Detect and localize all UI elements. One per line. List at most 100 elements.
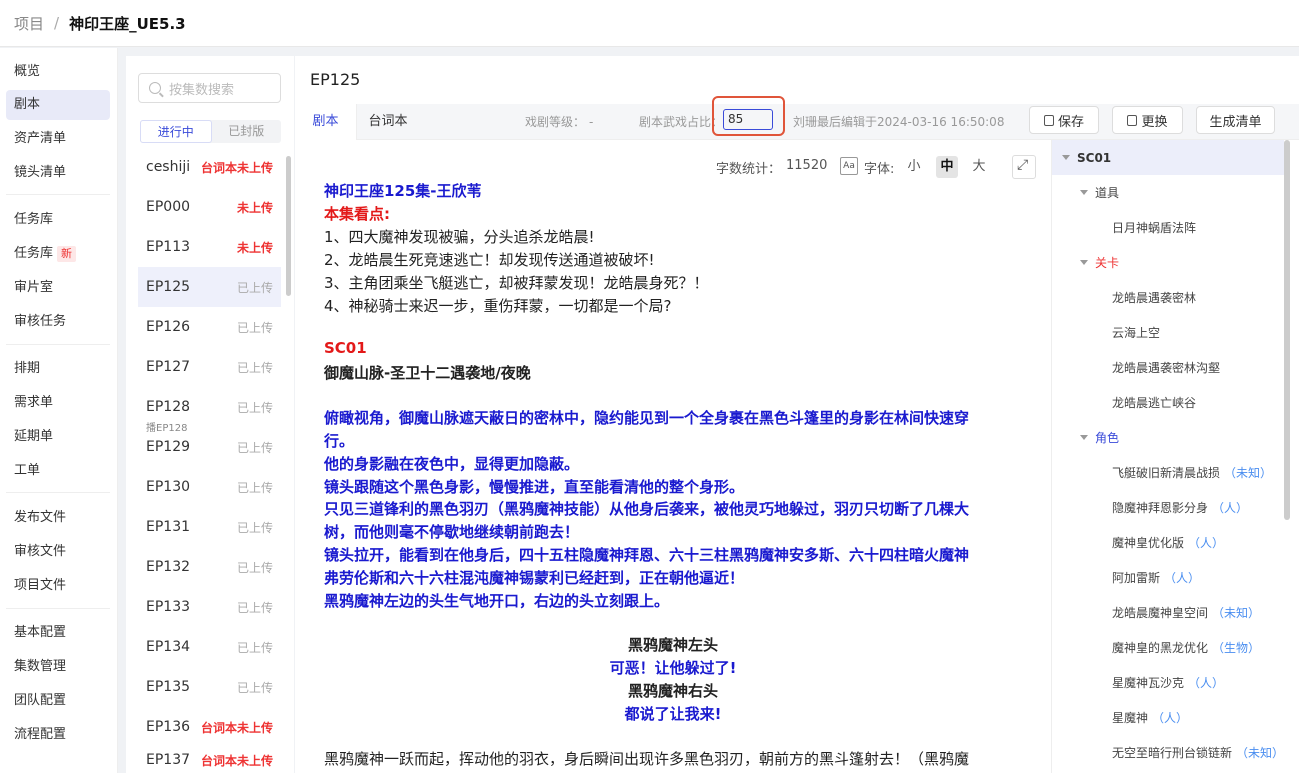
replace-icon: [1127, 114, 1138, 126]
caret-down-icon: [1080, 260, 1088, 265]
outline-group-characters[interactable]: 角色: [1052, 420, 1284, 455]
episode-list-scrollbar[interactable]: [286, 156, 291, 296]
sidebar-item-review-files[interactable]: 审核文件: [6, 537, 110, 567]
sidebar-item-asset-list[interactable]: 资产清单: [6, 124, 110, 154]
outline-item[interactable]: 星魔神 （人）: [1052, 700, 1284, 735]
episode-status: 已上传: [236, 360, 273, 375]
episode-item-ep131[interactable]: EP131 已上传: [138, 507, 281, 547]
outline-item[interactable]: 龙皓晨魔神皇空间 （未知）: [1052, 595, 1284, 630]
outline-group-levels[interactable]: 关卡: [1052, 245, 1284, 280]
action-line: 黑鸦魔神左边的头生气地开口，右边的头立刻跟上。: [324, 592, 670, 610]
sidebar-item-team-config[interactable]: 团队配置: [6, 686, 110, 716]
episode-item-ep129[interactable]: EP129 已上传: [138, 427, 281, 467]
episode-status-tabs: 进行中 已封版: [140, 120, 281, 143]
generate-list-button[interactable]: 生成清单: [1196, 106, 1275, 134]
top-bar: 项目 / 神印王座_UE5.3: [0, 0, 1299, 47]
sidebar-item-review-room[interactable]: 审片室: [6, 273, 110, 303]
sidebar-item-task-library[interactable]: 任务库: [6, 205, 110, 235]
outline-item-name: 隐魔神拜恩影分身: [1112, 501, 1209, 515]
outline-item[interactable]: 星魔神瓦沙克 （人）: [1052, 665, 1284, 700]
outline-item[interactable]: 隐魔神拜恩影分身 （人）: [1052, 490, 1284, 525]
font-size-medium[interactable]: 中: [936, 156, 958, 178]
outline-item-name: 龙皓晨魔神皇空间: [1112, 606, 1209, 620]
sidebar-item-shot-list[interactable]: 镜头清单: [6, 158, 110, 188]
episode-name: EP128: [146, 399, 191, 415]
font-aa-icon[interactable]: Aa: [840, 157, 858, 175]
episode-item-ep130[interactable]: EP130 已上传: [138, 467, 281, 507]
sidebar-item-schedule[interactable]: 排期: [6, 354, 110, 384]
episode-item-ep134[interactable]: EP134 已上传: [138, 627, 281, 667]
font-size-small[interactable]: 小: [903, 156, 925, 178]
outline-item[interactable]: 龙皓晨遇袭密林沟壑: [1052, 350, 1284, 385]
outline-item[interactable]: 云海上空: [1052, 315, 1284, 350]
sidebar-item-requests[interactable]: 需求单: [6, 388, 110, 418]
action-line: 弗劳伦斯和六十六柱混沌魔神锡蒙利已经赶到，正在朝他逼近！: [324, 569, 745, 587]
outline-item[interactable]: 魔神皇优化版 （人）: [1052, 525, 1284, 560]
caret-down-icon: [1080, 190, 1088, 195]
sidebar-item-review-tasks[interactable]: 审核任务: [6, 307, 110, 337]
outline-item[interactable]: 日月神蜗盾法阵: [1052, 210, 1284, 245]
outline-item[interactable]: 龙皓晨遇袭密林: [1052, 280, 1284, 315]
sidebar-item-script[interactable]: 剧本: [6, 90, 110, 120]
breadcrumb-root[interactable]: 项目: [14, 13, 44, 34]
episode-name: EP113: [146, 239, 191, 255]
sidebar-item-project-files[interactable]: 项目文件: [6, 571, 110, 601]
replace-button[interactable]: 更换: [1112, 106, 1183, 134]
outline-scene[interactable]: SC01: [1052, 140, 1284, 175]
outline-item[interactable]: 魔神皇的黑龙优化 （生物）: [1052, 630, 1284, 665]
sidebar-item-episode-management[interactable]: 集数管理: [6, 652, 110, 682]
outline-item-name: 阿加雷斯: [1112, 571, 1161, 585]
dialogue-line: 都说了让我来!: [624, 705, 722, 723]
episode-name: EP135: [146, 679, 191, 695]
episode-name: ceshiji: [146, 159, 191, 175]
search-icon: [149, 82, 161, 94]
tab-dialogue-script[interactable]: 台词本: [357, 104, 419, 140]
episode-item-ep133[interactable]: EP133 已上传: [138, 587, 281, 627]
episode-item-ep000[interactable]: EP000 未上传: [138, 187, 281, 227]
expand-icon[interactable]: [1012, 155, 1036, 179]
word-count-label: 字数统计：: [716, 162, 782, 177]
outline-item-name: 无空至暗行刑台锁链新: [1112, 746, 1233, 760]
outline-group-props[interactable]: 道具: [1052, 175, 1284, 210]
dialogue-speaker: 黑鸦魔神左头: [627, 636, 718, 654]
episode-name: EP134: [146, 639, 191, 655]
sidebar-item-overview[interactable]: 概览: [6, 57, 110, 87]
episode-item-ep132[interactable]: EP132 已上传: [138, 547, 281, 587]
tab-script[interactable]: 剧本: [295, 104, 357, 140]
episode-item-ep135[interactable]: EP135 已上传: [138, 667, 281, 707]
sidebar-item-basic-config[interactable]: 基本配置: [6, 618, 110, 648]
outline-item[interactable]: 飞艇破旧新清晨战损 （未知）: [1052, 455, 1284, 490]
episode-item-ep136[interactable]: EP136 台词本未上传: [138, 707, 281, 747]
episode-item-ep113[interactable]: EP113 未上传: [138, 227, 281, 267]
episode-item-ep125[interactable]: EP125 已上传: [138, 267, 281, 307]
episode-item-ep126[interactable]: EP126 已上传: [138, 307, 281, 347]
sidebar-item-publish-files[interactable]: 发布文件: [6, 503, 110, 533]
sidebar-item-task-library-new[interactable]: 任务库新: [6, 239, 110, 269]
episode-name: EP130: [146, 479, 191, 495]
episode-status: 台词本未上传: [200, 720, 273, 735]
script-editor[interactable]: 字数统计： 11520 Aa 字体: 小 中 大 神印王座125集-王欣苇 本集…: [295, 140, 1051, 773]
sidebar-item-tickets[interactable]: 工单: [6, 456, 110, 486]
outline-item[interactable]: 阿加雷斯 （人）: [1052, 560, 1284, 595]
episode-status: 已上传: [236, 400, 273, 415]
episode-status: 台词本未上传: [200, 754, 273, 768]
save-button[interactable]: 保存: [1029, 106, 1099, 134]
episode-search-input[interactable]: 按集数搜索: [138, 73, 281, 103]
episode-item-ep137[interactable]: EP137 台词本未上传: [138, 747, 281, 773]
outline-item-name: 魔神皇优化版: [1112, 536, 1185, 550]
font-size-large[interactable]: 大: [968, 156, 990, 178]
episode-item-ceshiji[interactable]: ceshiji 台词本未上传: [138, 147, 281, 187]
episode-item-ep127[interactable]: EP127 已上传: [138, 347, 281, 387]
outline-item[interactable]: 无空至暗行刑台锁链新 （未知）: [1052, 735, 1284, 770]
action-line: 行。: [324, 432, 355, 450]
sidebar-item-delays[interactable]: 延期单: [6, 422, 110, 452]
outline-scrollbar[interactable]: [1284, 140, 1290, 520]
action-line: 俯瞰视角，御魔山脉遮天蔽日的密林中，隐约能见到一个全身裹在黑色斗篷里的身影在林间…: [324, 409, 970, 427]
tab-in-progress[interactable]: 进行中: [140, 120, 212, 143]
word-count-value: 11520: [786, 158, 828, 173]
episode-name: EP136: [146, 719, 191, 735]
fight-ratio-input[interactable]: 85: [723, 109, 773, 130]
outline-item[interactable]: 龙皓晨逃亡峡谷: [1052, 385, 1284, 420]
tab-sealed[interactable]: 已封版: [212, 120, 282, 143]
sidebar-item-workflow-config[interactable]: 流程配置: [6, 720, 110, 750]
